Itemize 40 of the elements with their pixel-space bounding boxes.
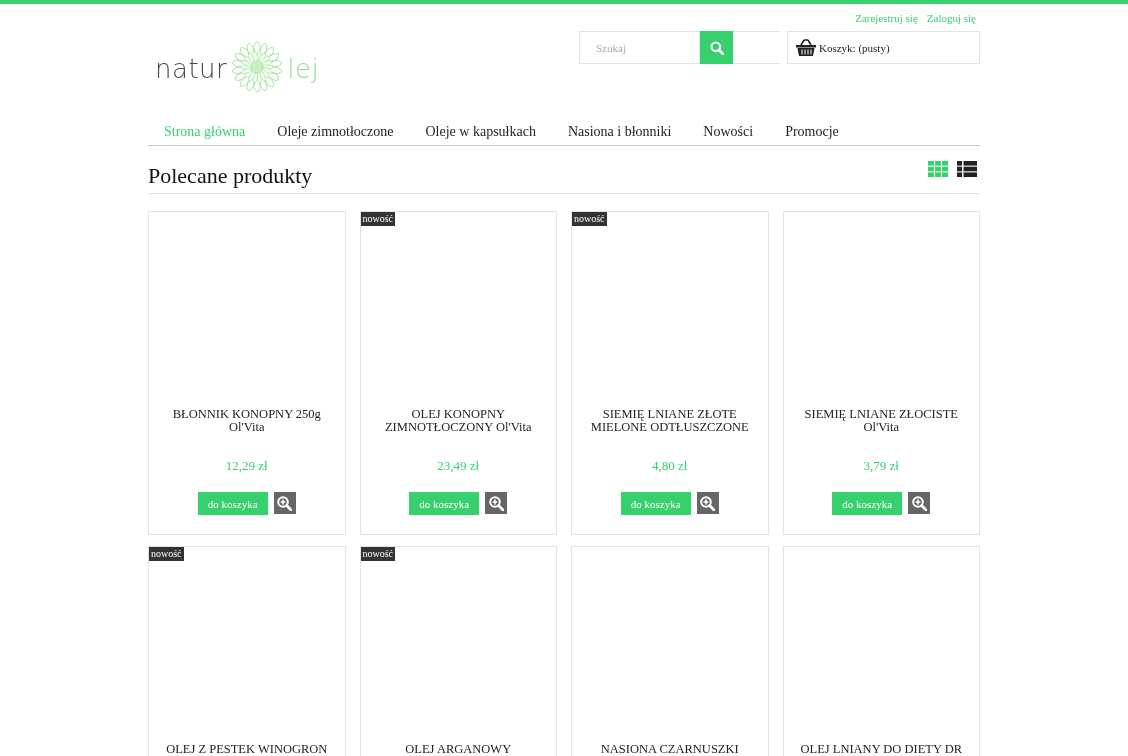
product-title[interactable]: BŁONNIK KONOPNY 250g Ol'Vita	[159, 408, 335, 434]
product-price: 12,29 zł	[225, 458, 268, 474]
product-price: 3,79 zł	[863, 458, 899, 474]
nav-link[interactable]: Nasiona i błonniki	[551, 123, 688, 141]
quick-view-button[interactable]	[696, 492, 719, 514]
nav-link[interactable]: Promocje	[769, 123, 855, 141]
search-icon	[709, 40, 724, 55]
nav-link[interactable]: Nowości	[687, 123, 770, 141]
product-price: 23,49 zł	[437, 458, 480, 474]
nav-link[interactable]: Oleje zimnotłoczone	[261, 123, 410, 141]
new-badge: nowość	[572, 212, 607, 226]
grid-view-icon	[928, 161, 948, 177]
new-badge: nowość	[360, 547, 396, 561]
logo-text: lej	[287, 54, 320, 84]
zoom-in-icon	[488, 495, 504, 511]
product-title[interactable]: SIEMIĘ LNIANE ZŁOCISTE Ol'Vita	[793, 408, 969, 434]
quick-view-button[interactable]	[485, 492, 508, 514]
section-title: Polecane produkty	[148, 163, 313, 190]
logo-text: natur	[155, 54, 228, 84]
zoom-in-icon	[277, 495, 293, 511]
product-title[interactable]: OLEJ Z PESTEK WINOGRON	[166, 743, 328, 756]
nav-link[interactable]: Oleje w kapsułkach	[409, 123, 552, 141]
new-badge: nowość	[360, 212, 396, 226]
product-title[interactable]: OLEJ ARGANOWY	[405, 743, 512, 756]
list-view-icon	[957, 161, 977, 177]
product-title[interactable]: OLEJ LNIANY DO DIETY DR	[800, 743, 963, 756]
basket-icon	[796, 39, 816, 56]
search-field[interactable]: Szukaj	[579, 31, 780, 64]
quick-view-button[interactable]	[908, 492, 931, 514]
product-title[interactable]: NASIONA CZARNUSZKI	[600, 743, 739, 756]
product-title[interactable]: OLEJ KONOPNY ZIMNOTŁOCZONY Ol'Vita	[370, 408, 546, 434]
zoom-in-icon	[700, 495, 716, 511]
quick-view-button[interactable]	[273, 492, 296, 514]
cart-button[interactable]: Koszyk: (pusty)	[787, 31, 980, 64]
zoom-in-icon	[911, 495, 927, 511]
new-badge: nowość	[149, 547, 184, 561]
flower-icon	[231, 41, 284, 93]
list-view-button[interactable]	[957, 161, 977, 177]
product-title[interactable]: SIEMIĘ LNIANE ZŁOTE MIELONE ODTŁUSZCZONE	[582, 408, 758, 434]
product-price: 4,80 zł	[652, 458, 688, 474]
